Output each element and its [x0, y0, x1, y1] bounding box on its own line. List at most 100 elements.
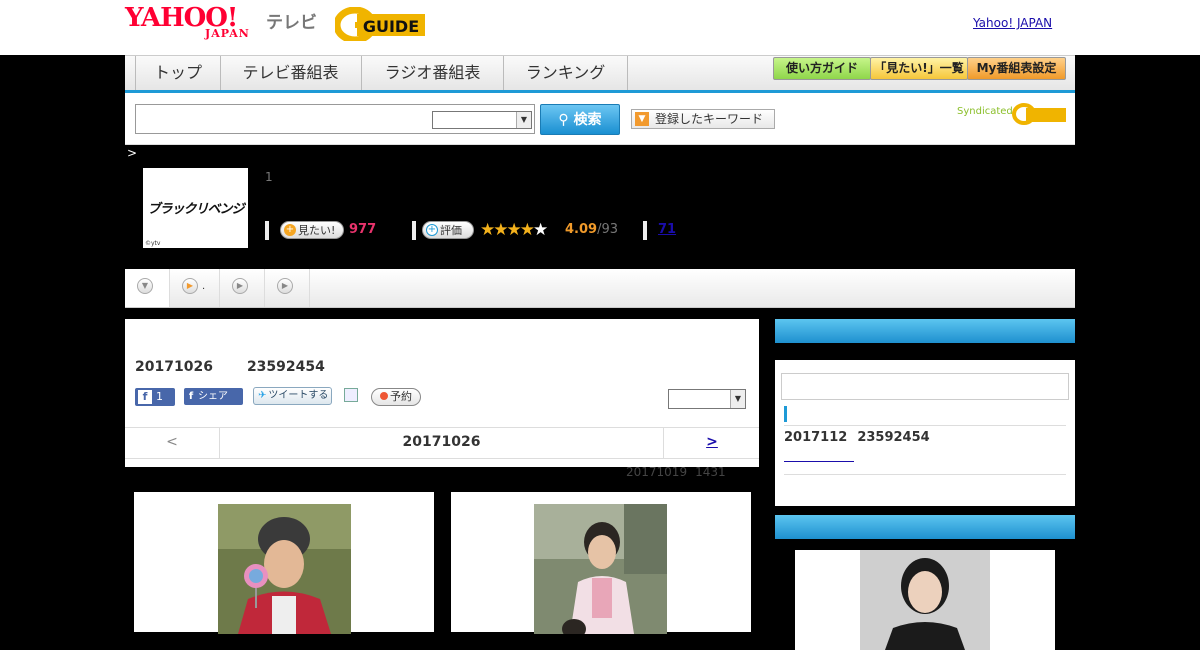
program-title-logo: ブラックリベンジ — [147, 202, 244, 217]
yahoo-japan-link[interactable]: Yahoo! JAPAN — [973, 16, 1052, 30]
rating-value: 4.09/93 — [565, 222, 618, 237]
mitai-label: 見たい! — [298, 224, 336, 237]
sidebar-info-box: 2017112 23592454 — [775, 319, 1075, 506]
program-thumbnail[interactable]: ブラックリベンジ ©ytv — [143, 168, 248, 248]
nav-tab-top[interactable]: トップ — [135, 56, 221, 90]
nav-tab-tv-schedule[interactable]: テレビ番組表 — [220, 56, 362, 90]
sidebar-input[interactable] — [781, 373, 1069, 400]
sidebar-cast-header — [775, 515, 1075, 539]
broadcast-date: 20171026 — [135, 359, 213, 375]
nav-tab-ranking[interactable]: ランキング — [504, 56, 628, 90]
updated-time: 1431 — [695, 465, 726, 479]
episode-panel: 20171026 23592454 f1 f シェア ✈ ツイートする 予約 ▼ < … — [125, 319, 759, 467]
yahoo-logo-japan: JAPAN — [205, 27, 250, 40]
updated-info: 20171019 1431 — [626, 465, 726, 479]
divider — [784, 474, 1066, 475]
play-icon: ▶ — [182, 278, 198, 294]
prev-date-button[interactable]: < — [125, 428, 220, 458]
tweet-label: ツイートする — [268, 390, 329, 401]
sidebar-cast-card[interactable] — [795, 550, 1055, 650]
site-header: YAHOO! JAPAN テレビ GUIDE Yahoo! JAPAN — [0, 0, 1200, 55]
episode-ids: 20171026 23592454 — [135, 359, 325, 375]
play-icon: ▶ — [232, 278, 248, 294]
record-dot-icon — [380, 392, 388, 400]
registered-keywords-label: 登録したキーワード — [655, 112, 764, 126]
mitai-list-button[interactable]: 「見たい!」一覧 — [870, 57, 968, 80]
current-date: 20171026 — [402, 434, 481, 450]
main-nav: トップ テレビ番組表 ラジオ番組表 ランキング 使い方ガイド 「見たい!」一覧 … — [125, 55, 1075, 94]
cast-card[interactable] — [134, 492, 434, 634]
thumbnail-credit: ©ytv — [145, 240, 161, 247]
star-icon: ★ — [480, 220, 495, 240]
search-icon: ⚲ — [558, 112, 569, 128]
cast-card[interactable] — [451, 492, 751, 634]
syndicated-gguide-logo — [1012, 103, 1066, 125]
chevron-down-icon: ▼ — [730, 390, 745, 408]
tab-2-label: . — [202, 281, 206, 292]
plus-icon: + — [426, 224, 438, 236]
facebook-like-count: 1 — [156, 390, 163, 403]
star-icon: ★ — [519, 220, 535, 240]
reserve-button[interactable]: 予約 — [371, 388, 421, 406]
divider — [643, 221, 647, 240]
play-icon: ▶ — [277, 278, 293, 294]
episode-select[interactable]: ▼ — [668, 389, 746, 409]
svg-text:GUIDE: GUIDE — [363, 17, 419, 36]
sidebar-program-id: 23592454 — [857, 430, 930, 445]
rating-average: 4.09 — [565, 222, 598, 237]
content-tabs: ▼ ▶ . ▶ ▶ — [125, 269, 1075, 308]
sidebar-cast-photo — [860, 550, 990, 650]
review-count-link[interactable]: 71 — [658, 222, 676, 237]
mitai-button[interactable]: + 見たい! — [280, 221, 344, 239]
program-id: 23592454 — [246, 359, 325, 375]
star-empty-icon: ★ — [533, 220, 548, 240]
sidebar-header — [775, 319, 1075, 343]
share-label: シェア — [198, 391, 228, 402]
plus-icon: + — [284, 224, 296, 236]
facebook-icon: f — [138, 390, 152, 404]
cast-photo — [534, 504, 667, 634]
date-navigation: < 20171026 > — [125, 427, 759, 459]
my-schedule-button[interactable]: My番組表設定 — [967, 57, 1066, 80]
rating-label: 評価 — [440, 224, 462, 237]
divider — [265, 221, 269, 240]
cast-photo — [218, 504, 351, 634]
tab-2[interactable]: ▶ . — [170, 269, 220, 307]
nav-tab-radio-schedule[interactable]: ラジオ番組表 — [362, 56, 504, 90]
gguide-logo[interactable]: GUIDE — [335, 7, 430, 41]
sidebar-date: 2017112 — [784, 430, 848, 445]
chevron-down-icon: ▼ — [137, 278, 153, 294]
chevron-down-icon: ▼ — [516, 112, 531, 128]
syndicated-label: Syndicated — [957, 106, 1013, 117]
guide-button[interactable]: 使い方ガイド — [773, 57, 871, 80]
tv-logo[interactable]: テレビ — [266, 8, 317, 33]
star-icon: ★ — [493, 220, 508, 240]
tweet-button[interactable]: ✈ ツイートする — [253, 387, 332, 405]
sidebar-link[interactable] — [784, 461, 854, 462]
tab-4[interactable]: ▶ — [265, 269, 310, 307]
divider — [412, 221, 416, 240]
tab-1[interactable]: ▼ — [125, 269, 170, 307]
calendar-add-icon[interactable] — [344, 388, 358, 402]
episode-number: 1 — [265, 170, 273, 184]
search-button[interactable]: ⚲ 検索 — [540, 104, 620, 135]
tab-3[interactable]: ▶ — [220, 269, 265, 307]
rating-count: /93 — [597, 222, 618, 237]
registered-keywords-button[interactable]: ▼ 登録したキーワード — [631, 109, 775, 129]
facebook-like-button[interactable]: f1 — [135, 388, 175, 406]
arrow-down-icon: ▼ — [635, 112, 649, 126]
search-bar: ▼ ⚲ 検索 ▼ 登録したキーワード Syndicated — [125, 93, 1075, 145]
sidebar-subheader — [775, 343, 1075, 360]
updated-date: 20171019 — [626, 465, 688, 479]
breadcrumb: > — [127, 146, 138, 160]
rating-stars: ★★★★★ — [480, 220, 548, 240]
facebook-icon: f — [188, 391, 194, 402]
next-date-link[interactable]: > — [663, 428, 760, 458]
search-button-label: 検索 — [573, 112, 602, 128]
rate-button[interactable]: + 評価 — [422, 221, 474, 239]
sidebar-ids: 2017112 23592454 — [784, 430, 930, 445]
facebook-share-button[interactable]: f シェア — [184, 388, 243, 405]
divider — [784, 425, 1066, 426]
search-category-select[interactable]: ▼ — [432, 111, 532, 129]
reserve-label: 予約 — [390, 390, 412, 403]
